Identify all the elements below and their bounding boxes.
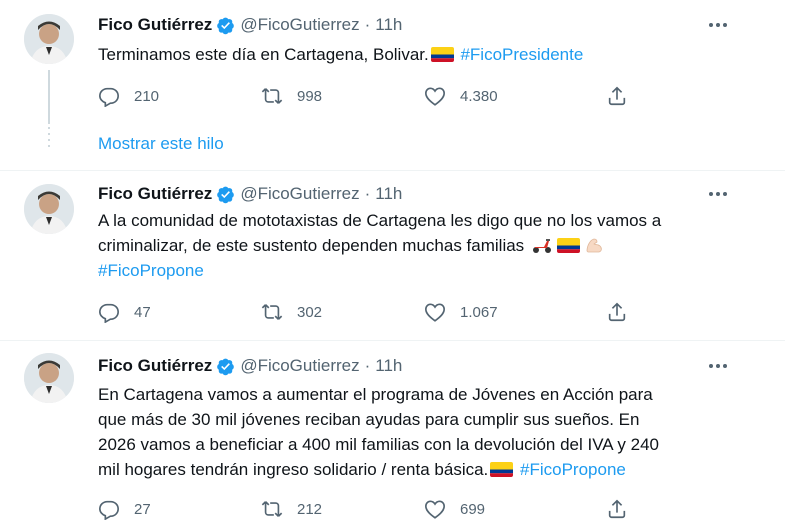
reply-button[interactable]: 210 xyxy=(98,84,159,108)
tweet-text-line: En Cartagena vamos a aumentar el program… xyxy=(98,385,653,404)
tweet-text-content: mil hogares tendrán ingreso solidario / … xyxy=(98,460,489,479)
tweet-text: A la comunidad de mototaxistas de Cartag… xyxy=(98,208,738,283)
tweet-actions: 210 998 4.380 xyxy=(98,84,658,108)
author-name[interactable]: Fico Gutiérrez xyxy=(98,356,212,376)
thread-dots xyxy=(48,127,50,151)
retweet-icon xyxy=(261,88,283,104)
tweet-text-line: A la comunidad de mototaxistas de Cartag… xyxy=(98,211,662,230)
avatar[interactable] xyxy=(24,353,74,403)
tweet-3[interactable]: Fico Gutiérrez @FicoGutierrez · 11h En C… xyxy=(0,341,785,527)
avatar[interactable] xyxy=(24,184,74,234)
like-count: 4.380 xyxy=(460,87,498,105)
colombia-flag-icon xyxy=(430,47,454,62)
reply-button[interactable]: 27 xyxy=(98,497,151,521)
flexed-biceps-emoji xyxy=(584,236,606,254)
retweet-button[interactable]: 998 xyxy=(261,84,322,108)
tweet-text-line-4: mil hogares tendrán ingreso solidario / … xyxy=(98,457,738,482)
like-count: 1.067 xyxy=(460,303,498,321)
tweet-1[interactable]: Fico Gutiérrez @FicoGutierrez · 11h Term… xyxy=(0,0,785,125)
show-thread-link[interactable]: Mostrar este hilo xyxy=(98,134,224,154)
tweet-header: Fico Gutiérrez @FicoGutierrez · 11h xyxy=(98,183,402,205)
timestamp[interactable]: 11h xyxy=(375,15,402,35)
share-icon xyxy=(608,302,626,322)
share-button[interactable] xyxy=(606,84,628,108)
hashtag-link[interactable]: #FicoPresidente xyxy=(460,45,583,64)
tweet-text-line: 2026 vamos a beneficiar a 400 mil famili… xyxy=(98,435,660,454)
retweet-count: 998 xyxy=(297,87,323,105)
separator: · xyxy=(364,184,371,203)
reply-icon xyxy=(99,303,119,323)
like-button[interactable]: 699 xyxy=(424,497,485,521)
share-icon xyxy=(608,499,626,519)
separator: · xyxy=(364,356,371,375)
tweet-text-line: que más de 30 mil jóvenes reciban ayudas… xyxy=(98,410,640,429)
share-button[interactable] xyxy=(606,300,628,324)
tweet-actions: 27 212 699 xyxy=(98,497,658,521)
like-icon xyxy=(425,500,445,519)
colombia-flag-icon xyxy=(490,462,514,477)
like-button[interactable]: 1.067 xyxy=(424,300,498,324)
share-icon xyxy=(608,86,626,106)
retweet-icon xyxy=(261,501,283,517)
avatar[interactable] xyxy=(24,14,74,64)
more-icon[interactable] xyxy=(704,355,732,377)
like-icon xyxy=(425,303,445,322)
hashtag-link[interactable]: #FicoPropone xyxy=(98,258,738,283)
reply-icon xyxy=(99,87,119,107)
retweet-icon xyxy=(261,304,283,320)
retweet-count: 212 xyxy=(297,500,323,518)
tweet-actions: 47 302 1.067 xyxy=(98,300,658,324)
tweet-text: Terminamos este día en Cartagena, Boliva… xyxy=(98,42,738,67)
reply-count: 47 xyxy=(134,303,151,321)
tweet-2[interactable]: Fico Gutiérrez @FicoGutierrez · 11h A la… xyxy=(0,171,785,341)
retweet-button[interactable]: 302 xyxy=(261,300,322,324)
retweet-button[interactable]: 212 xyxy=(261,497,322,521)
verified-icon xyxy=(216,357,235,376)
scooter-emoji xyxy=(531,236,553,254)
author-name[interactable]: Fico Gutiérrez xyxy=(98,15,212,35)
tweet-text: En Cartagena vamos a aumentar el program… xyxy=(98,382,738,482)
separator: · xyxy=(364,15,371,34)
retweet-count: 302 xyxy=(297,303,323,321)
timestamp[interactable]: 11h xyxy=(375,184,402,204)
more-icon[interactable] xyxy=(704,14,732,36)
tweet-text-content: Terminamos este día en Cartagena, Boliva… xyxy=(98,45,429,64)
thread-line xyxy=(48,70,50,124)
reply-count: 210 xyxy=(134,87,160,105)
share-button[interactable] xyxy=(606,497,628,521)
like-count: 699 xyxy=(460,500,486,518)
author-handle[interactable]: @FicoGutierrez xyxy=(240,184,359,204)
reply-icon xyxy=(99,500,119,520)
author-name[interactable]: Fico Gutiérrez xyxy=(98,184,212,204)
verified-icon xyxy=(216,16,235,35)
timestamp[interactable]: 11h xyxy=(375,356,402,376)
reply-button[interactable]: 47 xyxy=(98,300,151,324)
colombia-flag-icon xyxy=(556,238,580,253)
author-handle[interactable]: @FicoGutierrez xyxy=(240,15,359,35)
tweet-header: Fico Gutiérrez @FicoGutierrez · 11h xyxy=(98,355,402,377)
more-icon[interactable] xyxy=(704,183,732,205)
like-icon xyxy=(425,87,445,106)
tweet-header: Fico Gutiérrez @FicoGutierrez · 11h xyxy=(98,14,402,36)
author-handle[interactable]: @FicoGutierrez xyxy=(240,356,359,376)
tweet-text-content: criminalizar, de este sustento dependen … xyxy=(98,236,525,255)
tweet-text-line-2: criminalizar, de este sustento dependen … xyxy=(98,233,738,258)
verified-icon xyxy=(216,185,235,204)
like-button[interactable]: 4.380 xyxy=(424,84,498,108)
hashtag-link[interactable]: #FicoPropone xyxy=(520,460,626,479)
reply-count: 27 xyxy=(134,500,151,518)
